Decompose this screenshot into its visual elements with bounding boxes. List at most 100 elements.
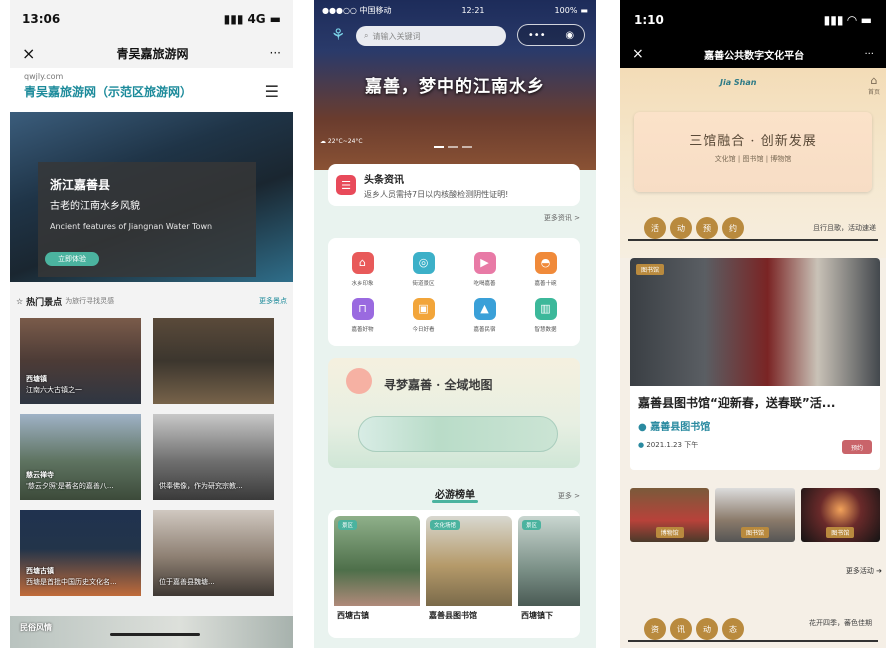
temperature: 22°C~24°C: [327, 138, 363, 145]
card-badge: 景区: [338, 520, 358, 530]
more-activities-link[interactable]: 更多活动 ➔: [846, 566, 882, 576]
feature-item[interactable]: ▲ 嘉善民宿: [454, 292, 515, 338]
section-char: 活: [644, 217, 666, 239]
event-thumb[interactable]: 图书馆: [715, 488, 795, 542]
section-char: 态: [722, 618, 744, 640]
spot-tile[interactable]: 供奉佛像，作为研究宗教...: [153, 414, 274, 500]
close-icon[interactable]: ×: [632, 46, 644, 62]
home-label: 首页: [867, 89, 880, 96]
battery-icon: ▬: [269, 12, 281, 26]
more-news-link[interactable]: 更多资讯 >: [544, 213, 580, 223]
sun-decoration: [346, 368, 372, 394]
spot-tile[interactable]: 位于嘉善县魏塘...: [153, 510, 274, 596]
feature-item[interactable]: ▥ 智慧数据: [515, 292, 576, 338]
must-visit-card[interactable]: 景区 西塘古镇: [334, 516, 420, 632]
site-header: qwjly.com 青吴嘉旅游网（示范区旅游网） ☰: [10, 68, 293, 112]
card-badge: 景区: [522, 520, 542, 530]
home-button[interactable]: ⌂ 首页: [868, 74, 880, 96]
status-time: 12:21: [461, 5, 485, 15]
feature-item[interactable]: ▶ 吃喝嘉善: [454, 246, 515, 292]
top-bar: 1:10 ▮▮▮ ◠ ▬ × 嘉善公共数字文化平台 ···: [620, 0, 886, 68]
feature-label: 嘉善好物: [351, 326, 374, 333]
section-subtitle: 为旅行寻找灵感: [65, 297, 115, 305]
homestay-icon: ▲: [473, 297, 496, 320]
banner-title: 三馆融合 · 创新发展: [689, 134, 817, 149]
spot-tile[interactable]: [153, 318, 274, 404]
section-char: 动: [696, 618, 718, 640]
nav-bar: × 青吴嘉旅游网 ···: [10, 38, 293, 68]
hero-title: 浙江嘉善县: [50, 178, 111, 192]
feature-item[interactable]: ▣ 今日好看: [393, 292, 454, 338]
feature-item[interactable]: ⌂ 水乡印象: [332, 246, 393, 292]
full-area-map-banner[interactable]: 寻梦嘉善 · 全域地图: [328, 358, 580, 468]
battery-icon: ▬: [580, 5, 588, 15]
capsule-menu: ••• ◉: [517, 24, 585, 46]
carrier: ●●●○○ 中国移动: [322, 5, 392, 15]
headline-news-card[interactable]: ☰ 头条资讯 返乡人员需持7日以内核酸检测阴性证明!: [328, 164, 580, 206]
scenic-icon: ◎: [412, 251, 435, 274]
feature-item[interactable]: ◎ 街道景区: [393, 246, 454, 292]
search-input[interactable]: ⌕ 请输入关键词: [356, 26, 506, 46]
feature-label: 嘉善民宿: [473, 326, 496, 333]
three-halls-banner[interactable]: 三馆融合 · 创新发展 文化馆 | 图书馆 | 博物馆: [634, 112, 872, 192]
experience-button[interactable]: 立即体验: [45, 252, 99, 266]
bowl-icon: ◓: [534, 251, 557, 274]
more-menu-icon[interactable]: •••: [528, 30, 546, 41]
more-menu-icon[interactable]: ···: [270, 46, 281, 60]
close-icon[interactable]: ×: [22, 44, 35, 63]
location-pin-icon: ●: [638, 422, 647, 433]
phone-culture-platform: 1:10 ▮▮▮ ◠ ▬ × 嘉善公共数字文化平台 ··· Jia Shan ⌂…: [620, 0, 886, 648]
shopping-bag-icon: ⊓: [351, 297, 374, 320]
site-name[interactable]: 青吴嘉旅游网（示范区旅游网）: [24, 83, 279, 100]
event-card[interactable]: 图书馆 嘉善县图书馆“迎新春，送春联”活... ● 嘉善县图书馆 ● 2021.…: [630, 258, 880, 470]
title-underline: [432, 500, 478, 503]
news-title: 头条资讯: [364, 174, 404, 186]
phone-mini-program: ●●●○○ 中国移动 12:21 100% ▬ ⚘ ⌕ 请输入关键词 ••• ◉…: [314, 0, 596, 648]
feature-label: 智慧数据: [534, 326, 557, 333]
hero-banner[interactable]: 浙江嘉善县 古老的江南水乡风貌 Ancient features of Jian…: [10, 112, 293, 282]
home-icon: ⌂: [870, 74, 878, 87]
cloud-icon: ☁: [320, 138, 326, 145]
close-target-icon[interactable]: ◉: [565, 30, 574, 41]
more-menu-icon[interactable]: ···: [864, 49, 874, 60]
spot-name: 西塘镇: [26, 375, 47, 383]
section-title: 热门景点: [26, 297, 63, 308]
must-visit-card[interactable]: 文化场馆 嘉善县图书馆: [426, 516, 512, 632]
event-date: ● 2021.1.23 下午: [638, 440, 698, 450]
weather-info: ☁ 22°C~24°C: [320, 138, 363, 145]
section-note: 且行且歌，活动速递: [813, 224, 876, 232]
hero-banner[interactable]: ●●●○○ 中国移动 12:21 100% ▬ ⚘ ⌕ 请输入关键词 ••• ◉…: [314, 0, 596, 170]
more-rank-link[interactable]: 更多 >: [558, 491, 580, 501]
event-title: 嘉善县图书馆“迎新春，送春联”活...: [638, 396, 836, 410]
folk-customs-banner[interactable]: 民俗风情: [10, 616, 293, 648]
card-name: 西塘镇下: [521, 611, 553, 620]
section-note: 花开四季，蕃色佳期: [809, 619, 872, 627]
hero-english: Ancient features of Jiangnan Water Town: [50, 222, 213, 231]
spot-tile[interactable]: 西塘镇江南六大古镇之一: [20, 318, 141, 404]
feature-item[interactable]: ⊓ 嘉善好物: [332, 292, 393, 338]
feature-label: 今日好看: [412, 326, 435, 333]
spot-tile[interactable]: 西塘古镇西塘是首批中国历史文化名...: [20, 510, 141, 596]
spot-tile[interactable]: 慈云禅寺 '慈云夕照'是著名的嘉善八...: [20, 414, 141, 500]
hamburger-menu-icon[interactable]: ☰: [265, 82, 279, 101]
more-spots-link[interactable]: 更多景点: [259, 296, 287, 306]
spot-desc: 江南六大古镇之一: [26, 386, 82, 394]
feature-label: 水乡印象: [351, 280, 374, 287]
search-placeholder: 请输入关键词: [372, 31, 421, 41]
date-text: 2021.1.23 下午: [646, 441, 699, 449]
spot-name: 西塘古镇: [26, 567, 54, 575]
event-thumbnails: 博物馆 图书馆 图书馆: [630, 488, 880, 542]
feature-item[interactable]: ◓ 嘉善十碗: [515, 246, 576, 292]
section-char: 动: [670, 217, 692, 239]
banner-subtitle: 文化馆 | 图书馆 | 博物馆: [714, 155, 792, 163]
activity-booking-header: 活 动 预 约 且行且歌，活动速递: [628, 215, 878, 243]
village-icon: ⌂: [351, 251, 374, 274]
hero-slogan: 嘉善，梦中的江南水乡: [365, 77, 545, 97]
status-bar: ●●●○○ 中国移动 12:21 100% ▬: [314, 0, 596, 20]
reserve-button[interactable]: 预约: [842, 440, 872, 454]
event-thumb[interactable]: 图书馆: [800, 488, 880, 542]
must-visit-card[interactable]: 景区 西塘镇下: [518, 516, 580, 632]
spot-desc: 西塘是首批中国历史文化名...: [26, 578, 117, 586]
signal-icon: ▮▮▮: [223, 12, 244, 26]
event-thumb[interactable]: 博物馆: [630, 488, 710, 542]
